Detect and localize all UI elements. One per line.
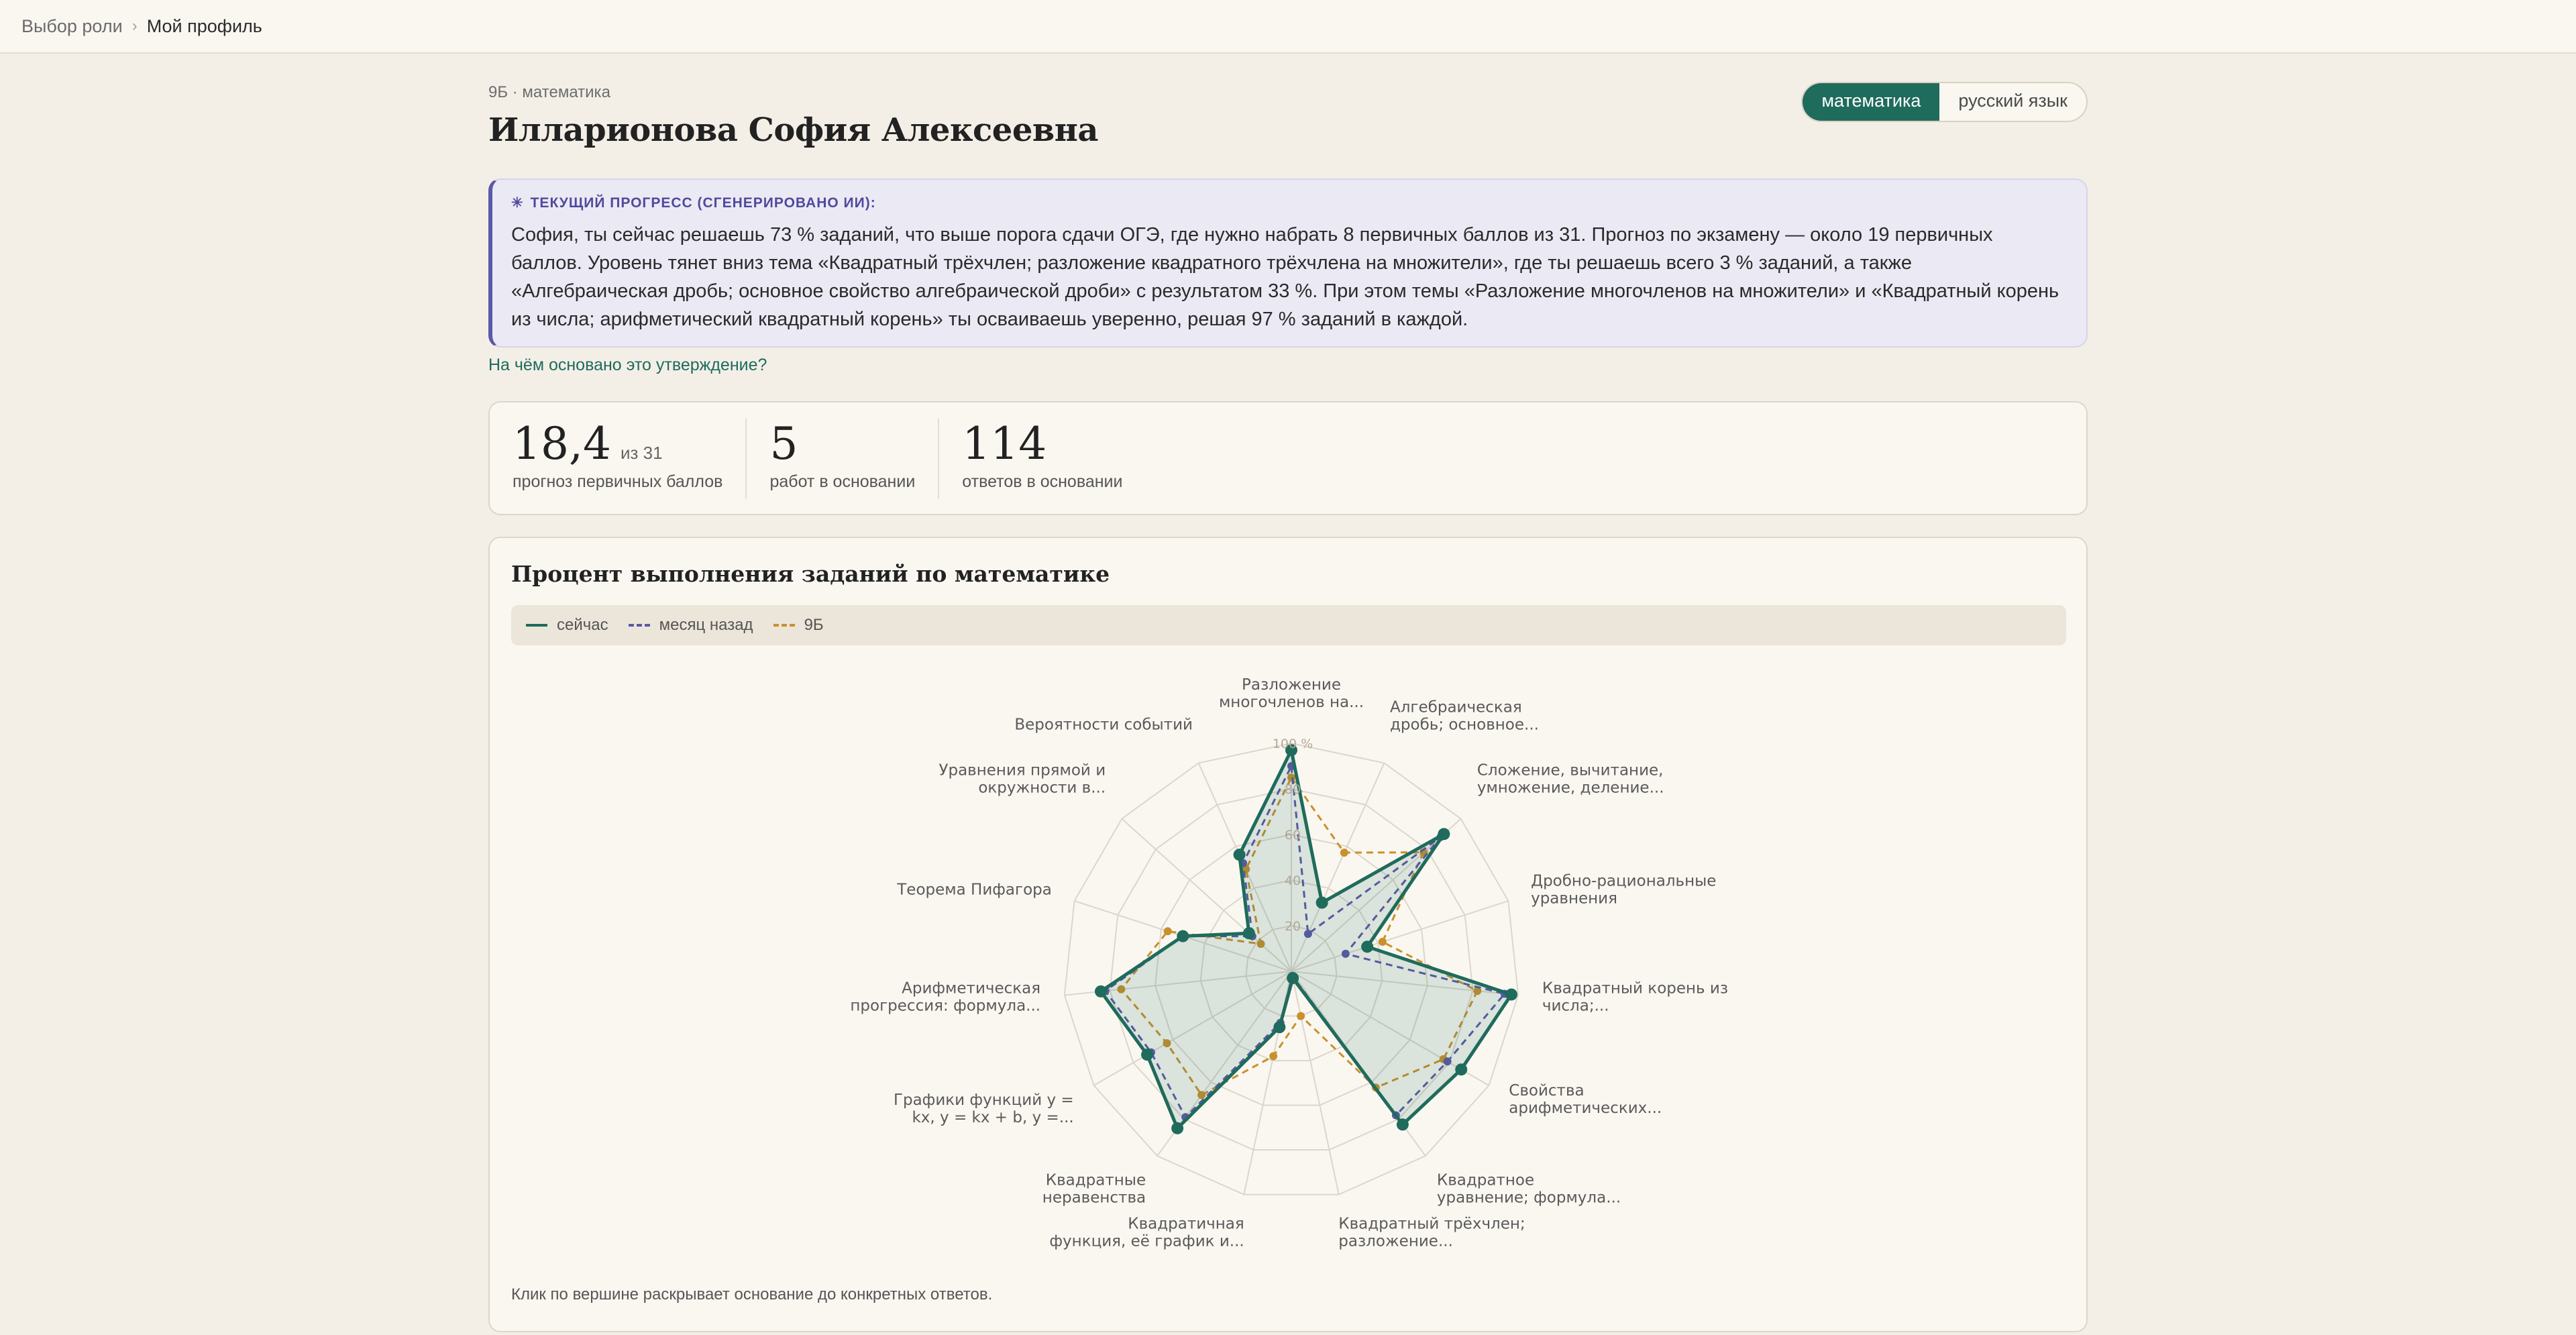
stat-label: ответов в основании [962, 472, 1123, 491]
radar-axis-label: дробь; основное... [1390, 716, 1539, 733]
student-name: Илларионова София Алексеевна [488, 111, 1098, 149]
radar-point[interactable] [1438, 828, 1450, 841]
radar-axis-label: Квадратный трёхчлен; [1338, 1216, 1525, 1233]
radar-axis-label: арифметических... [1509, 1100, 1662, 1117]
radar-point[interactable] [1242, 927, 1255, 940]
radar-axis-label: Квадратный корень из [1542, 979, 1728, 997]
radar-axis-label: функция, её график и... [1049, 1233, 1244, 1250]
chart-card: Процент выполнения заданий по математике… [488, 537, 2088, 1332]
radar-axis-label: Вероятности событий [1014, 716, 1193, 733]
stat-value: 5 [769, 418, 798, 470]
radar-tick-label: 80 [1285, 782, 1301, 797]
ai-progress-summary: ✳ ТЕКУЩИЙ ПРОГРЕСС (СГЕНЕРИРОВАНО ИИ): Со… [488, 178, 2088, 348]
ai-summary-heading: ✳ ТЕКУЩИЙ ПРОГРЕСС (СГЕНЕРИРОВАНО ИИ): [511, 195, 2068, 211]
radar-axis-label: Разложение [1242, 676, 1341, 694]
radar-axis-label: Квадратное [1437, 1171, 1534, 1189]
radar-axis-label: Сложение, вычитание, [1477, 762, 1664, 780]
subject-toggle: математика русский язык [1801, 82, 2088, 122]
class-subject-caption: 9Б · математика [488, 83, 610, 101]
radar-tick-label: 100 % [1273, 737, 1313, 751]
stat-label: прогноз первичных баллов [513, 472, 723, 491]
radar-axis-label: Квадратичная [1128, 1216, 1244, 1233]
stat-suffix: из 31 [620, 443, 663, 463]
radar-point[interactable] [1171, 1122, 1184, 1134]
radar-axis-label: уравнения [1531, 890, 1617, 908]
radar-point[interactable] [1273, 1021, 1286, 1034]
radar-series [1094, 744, 1517, 1134]
radar-axis-label: Квадратные [1046, 1171, 1146, 1189]
stat-value: 114 [962, 418, 1047, 470]
radar-axis-label: числа;... [1542, 997, 1609, 1014]
stat-forecast: 18,4 из 31 прогноз первичных баллов [490, 419, 747, 499]
radar-tick-label: 60 [1285, 828, 1301, 843]
radar-point[interactable] [1177, 930, 1189, 943]
radar-axis-label: kx, y = kx + b, y =... [912, 1109, 1073, 1126]
radar-tick-label: 20 [1285, 919, 1301, 934]
radar-point[interactable] [1361, 941, 1374, 953]
radar-point[interactable] [1340, 848, 1348, 857]
radar-point[interactable] [1287, 971, 1299, 984]
stat-value: 18,4 [513, 418, 611, 470]
radar-point[interactable] [1505, 988, 1517, 1001]
radar-axis-label: умножение, деление... [1477, 780, 1664, 797]
radar-axis-label: Свойства [1509, 1082, 1584, 1100]
stats-panel: 18,4 из 31 прогноз первичных баллов 5 раб… [488, 401, 2088, 515]
breadcrumb-current: Мой профиль [146, 15, 262, 36]
radar-point[interactable] [1233, 849, 1246, 861]
basis-link[interactable]: На чём основано это утверждение? [488, 356, 767, 375]
ai-summary-text: София, ты сейчас решаешь 73 % заданий, ч… [511, 224, 2059, 330]
radar-point[interactable] [1094, 985, 1107, 998]
radar-point[interactable] [1316, 896, 1328, 909]
radar-axis-label: Теорема Пифагора [896, 882, 1052, 899]
radar-point[interactable] [1297, 1012, 1305, 1020]
radar-axis-label: окружности в... [978, 780, 1106, 797]
radar-point[interactable] [1396, 1118, 1409, 1131]
stat-label: работ в основании [769, 472, 916, 491]
subject-option-math[interactable]: математика [1803, 83, 1940, 121]
radar-axis-label: многочленов на... [1219, 694, 1364, 711]
radar-axis-label: Алгебраическая [1390, 698, 1522, 716]
radar-series-now [1098, 745, 1514, 1132]
radar-axis-label: Дробно-рациональные [1531, 873, 1716, 890]
breadcrumb-role-select[interactable]: Выбор роли [21, 16, 123, 37]
top-bar: Выбор роли › Мой профиль [0, 0, 2576, 54]
radar-point[interactable] [1141, 1049, 1154, 1061]
breadcrumb-separator: › [131, 17, 138, 35]
radar-point[interactable] [1378, 937, 1387, 946]
radar-axis-label: неравенства [1042, 1189, 1146, 1206]
radar-axis-label: Графики функций y = [894, 1091, 1074, 1109]
radar-point[interactable] [1163, 927, 1172, 936]
radar-chart: 20 40 60 80 100 % Разложениемногочленов на..… [850, 676, 1728, 1250]
radar-axis-label: прогрессия: формула... [850, 997, 1040, 1014]
ai-summary-label: ТЕКУЩИЙ ПРОГРЕСС (СГЕНЕРИРОВАНО ИИ): [530, 195, 876, 211]
radar-tick-label: 40 [1285, 873, 1301, 888]
radar-point[interactable] [1455, 1063, 1468, 1076]
chart-note: Клик по вершине раскрывает основание до … [511, 1285, 993, 1303]
radar-axis-label: уравнение; формула... [1437, 1189, 1621, 1206]
radar-axis-label: Арифметическая [902, 979, 1040, 997]
subject-option-russian[interactable]: русский язык [1939, 83, 2086, 121]
stat-answers: 114 ответов в основании [939, 419, 1145, 499]
stat-works: 5 работ в основании [747, 418, 940, 499]
sparkle-icon: ✳ [511, 195, 524, 211]
radar-axis-label: Уравнения прямой и [938, 762, 1106, 780]
radar-axis-label: разложение... [1338, 1233, 1453, 1250]
radar-point[interactable] [1269, 1052, 1278, 1061]
